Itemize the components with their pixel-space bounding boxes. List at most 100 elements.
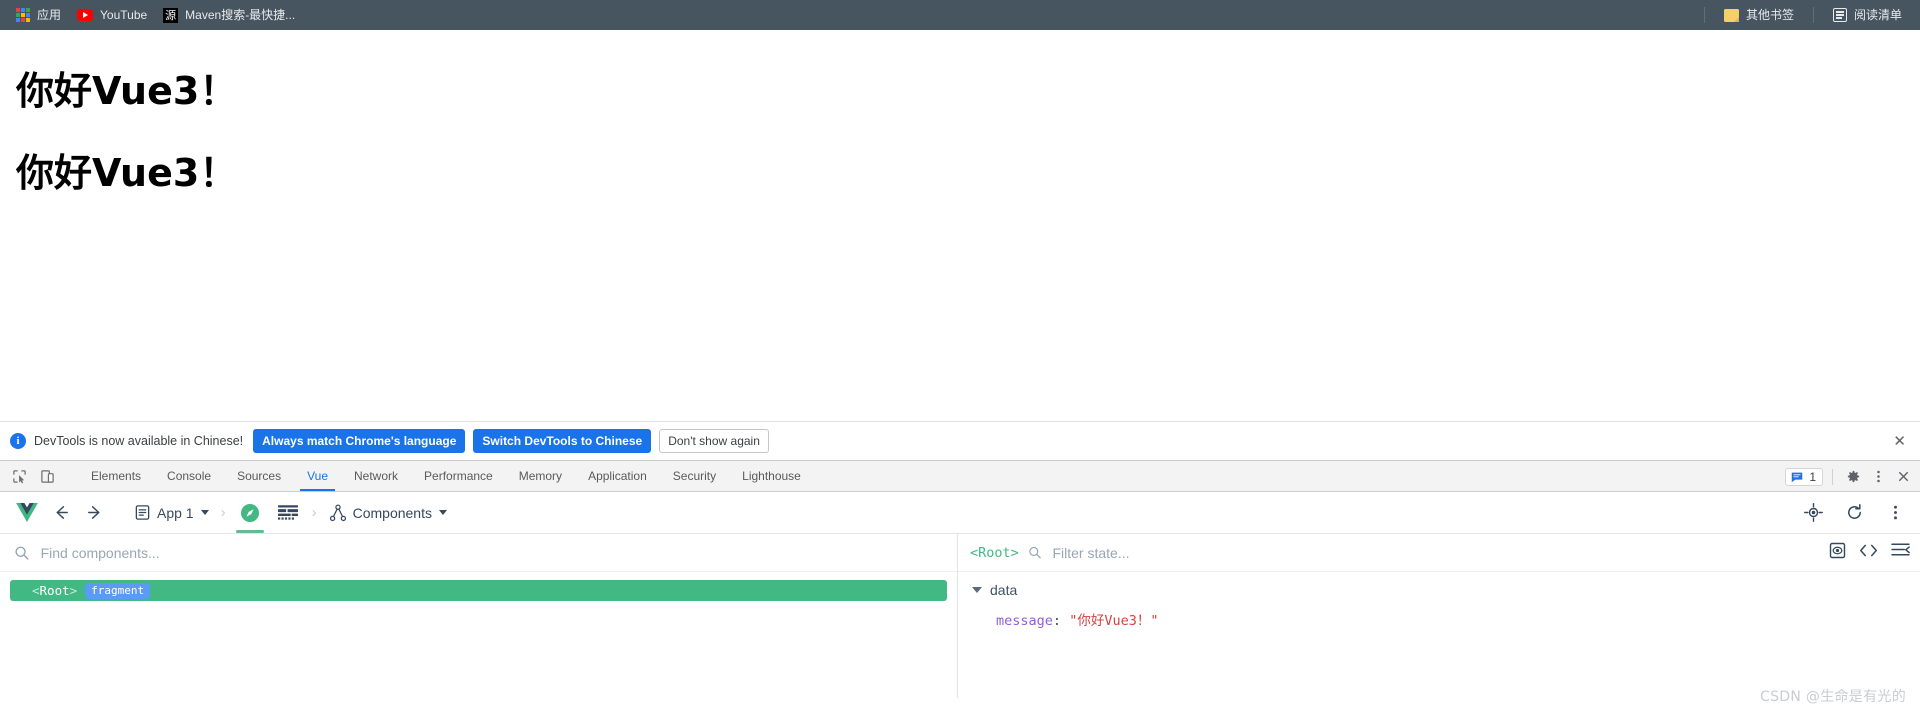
app-document-icon bbox=[135, 505, 150, 520]
breadcrumb-separator-2: › bbox=[311, 504, 317, 521]
notice-text: DevTools is now available in Chinese! bbox=[34, 434, 244, 448]
compass-icon bbox=[240, 503, 259, 522]
bookmark-divider-2 bbox=[1812, 7, 1814, 23]
reading-list-label: 阅读清单 bbox=[1853, 8, 1902, 22]
fragment-badge: fragment bbox=[85, 582, 151, 599]
reading-list-icon bbox=[1832, 8, 1847, 22]
other-bookmarks-label: 其他书签 bbox=[1745, 8, 1794, 22]
refresh-icon[interactable] bbox=[1839, 498, 1870, 528]
apps-grid-icon bbox=[16, 8, 30, 22]
bookmark-youtube[interactable]: YouTube bbox=[69, 5, 155, 25]
component-tree-list: <Root> fragment bbox=[0, 572, 957, 698]
bookmark-reading-list[interactable]: 阅读清单 bbox=[1825, 5, 1910, 25]
settings-gear-icon[interactable] bbox=[1842, 466, 1864, 488]
tab-memory[interactable]: Memory bbox=[506, 461, 575, 491]
search-icon bbox=[1029, 546, 1041, 559]
device-toolbar-icon[interactable] bbox=[36, 465, 58, 487]
tab-application[interactable]: Application bbox=[575, 461, 660, 491]
tab-console[interactable]: Console bbox=[154, 461, 224, 491]
inspect-dom-icon[interactable] bbox=[1829, 542, 1846, 564]
state-group-data[interactable]: data bbox=[972, 582, 1920, 598]
component-tree-panel: <Root> fragment bbox=[0, 534, 958, 698]
bookmark-youtube-label: YouTube bbox=[100, 8, 148, 22]
bookmark-maven-label: Maven搜索-最快捷... bbox=[185, 8, 296, 22]
select-component-icon[interactable] bbox=[1798, 498, 1829, 528]
tab-security[interactable]: Security bbox=[660, 461, 729, 491]
chevron-down-icon bbox=[200, 510, 209, 515]
component-search-row bbox=[0, 534, 957, 572]
tab-sources[interactable]: Sources bbox=[224, 461, 294, 491]
page-heading-2: 你好Vue3！ bbox=[16, 151, 238, 195]
devtools-tablist: Elements Console Sources Vue Network Per… bbox=[78, 461, 814, 491]
inspect-element-icon[interactable] bbox=[8, 465, 30, 487]
messages-button[interactable]: 1 bbox=[1785, 467, 1823, 486]
tab-lighthouse[interactable]: Lighthouse bbox=[729, 461, 814, 491]
view-selector-label: Components bbox=[352, 504, 432, 521]
right-divider bbox=[1832, 468, 1833, 485]
state-entry-message[interactable]: message: "你好Vue3！" bbox=[972, 609, 1920, 629]
state-header: <Root> bbox=[958, 534, 1920, 572]
state-header-icons bbox=[1829, 542, 1910, 564]
component-tree-icon bbox=[329, 504, 346, 521]
bookmark-divider bbox=[1703, 7, 1705, 23]
vue-devtools-toolbar: App 1 › › Components bbox=[0, 492, 1920, 534]
inspector-tab-button[interactable] bbox=[232, 493, 268, 533]
tab-vue[interactable]: Vue bbox=[294, 461, 341, 491]
tab-network[interactable]: Network bbox=[341, 461, 411, 491]
app-selector-label: App 1 bbox=[157, 504, 194, 521]
state-inspector-panel: <Root> Filter state... data message: "你好… bbox=[958, 534, 1920, 698]
vue-logo-icon bbox=[10, 498, 44, 528]
chevron-down-icon bbox=[972, 587, 982, 593]
state-content: data message: "你好Vue3！" bbox=[958, 572, 1920, 629]
find-components-input[interactable] bbox=[38, 543, 943, 562]
state-key: message bbox=[996, 613, 1053, 629]
app-window: 应用 YouTube 源 Maven搜索-最快捷... 其他书签 阅读清单 你好… bbox=[0, 0, 1920, 711]
tab-elements[interactable]: Elements bbox=[78, 461, 154, 491]
bookmark-apps[interactable]: 应用 bbox=[8, 5, 69, 25]
bookmark-other-bookmarks[interactable]: 其他书签 bbox=[1716, 5, 1802, 25]
timeline-tab-button[interactable] bbox=[270, 493, 306, 533]
state-value[interactable]: "你好Vue3！" bbox=[1069, 613, 1158, 629]
filter-state-input[interactable] bbox=[1050, 543, 1910, 562]
close-icon[interactable]: ✕ bbox=[1893, 434, 1906, 449]
search-icon bbox=[15, 546, 29, 560]
more-vertical-icon[interactable] bbox=[1867, 466, 1889, 488]
bookmark-maven[interactable]: 源 Maven搜索-最快捷... bbox=[155, 5, 303, 26]
app-selector[interactable]: App 1 bbox=[128, 498, 215, 528]
selected-component-label: <Root> bbox=[970, 544, 1019, 561]
bookmark-bar-right: 其他书签 阅读清单 bbox=[1695, 0, 1910, 30]
vue-devtools-panels: <Root> fragment <Root> bbox=[0, 534, 1920, 698]
close-devtools-icon[interactable] bbox=[1892, 466, 1914, 488]
timeline-icon bbox=[277, 504, 298, 520]
tree-node-root[interactable]: <Root> fragment bbox=[10, 580, 947, 601]
info-icon: i bbox=[10, 433, 26, 449]
state-group-label: data bbox=[990, 582, 1018, 598]
tab-performance[interactable]: Performance bbox=[411, 461, 506, 491]
view-selector[interactable]: Components bbox=[323, 498, 453, 528]
devtools-language-notice: i DevTools is now available in Chinese! … bbox=[0, 421, 1920, 461]
bookmark-bar: 应用 YouTube 源 Maven搜索-最快捷... 其他书签 阅读清单 bbox=[0, 0, 1920, 30]
collapse-all-icon[interactable] bbox=[1891, 542, 1910, 563]
more-vertical-icon[interactable] bbox=[1880, 498, 1910, 528]
devtools-tab-bar: Elements Console Sources Vue Network Per… bbox=[0, 461, 1920, 492]
bookmark-apps-label: 应用 bbox=[37, 8, 62, 22]
youtube-icon bbox=[77, 9, 94, 21]
vue-toolbar-right bbox=[1798, 498, 1910, 528]
messages-icon bbox=[1792, 472, 1803, 482]
nav-back-button[interactable] bbox=[46, 498, 77, 528]
chevron-down-icon bbox=[438, 510, 447, 515]
dont-show-again-button[interactable]: Don't show again bbox=[659, 429, 769, 453]
page-viewport: 你好Vue3！ 你好Vue3！ bbox=[0, 30, 1920, 421]
always-match-language-button[interactable]: Always match Chrome's language bbox=[253, 429, 466, 453]
state-separator: : bbox=[1052, 613, 1062, 629]
devtools-left-tools bbox=[0, 461, 78, 491]
devtools-right-tools: 1 bbox=[1785, 461, 1914, 492]
page-heading-1: 你好Vue3！ bbox=[16, 69, 238, 113]
tree-node-label: <Root> bbox=[32, 583, 78, 598]
maven-source-icon: 源 bbox=[163, 7, 179, 23]
message-count: 1 bbox=[1809, 469, 1816, 484]
switch-devtools-chinese-button[interactable]: Switch DevTools to Chinese bbox=[473, 429, 652, 453]
nav-forward-button[interactable] bbox=[79, 498, 110, 528]
open-in-editor-icon[interactable] bbox=[1859, 542, 1878, 564]
folder-icon bbox=[1723, 8, 1739, 22]
